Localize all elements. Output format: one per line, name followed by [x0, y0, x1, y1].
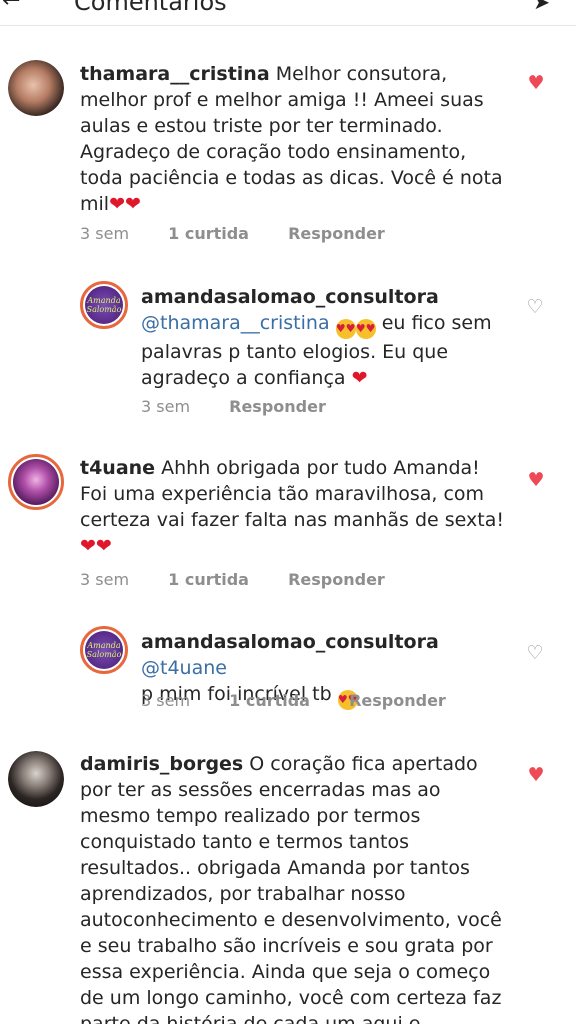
avatar[interactable]: Amanda Salomão — [80, 281, 128, 329]
avatar[interactable]: Amanda Salomão — [80, 626, 128, 674]
comment-likes[interactable]: 1 curtida — [229, 691, 310, 710]
heart-eyes-emoji: ♥♥ — [355, 319, 376, 339]
reply-button[interactable]: Responder — [229, 397, 326, 416]
comment-text: thamara__cristina Melhor consutora, melh… — [80, 61, 510, 217]
comment-meta: 3 sem 1 curtida Responder — [80, 570, 419, 589]
heart-icon[interactable]: ♥ — [525, 765, 547, 785]
comment-meta: 3 sem 1 curtida Responder — [141, 691, 480, 710]
comment-time: 3 sem — [80, 224, 130, 243]
comment-time: 3 sem — [141, 691, 191, 710]
comment-text: damiris_borges O coração fica apertado p… — [80, 751, 510, 1024]
heart-eyes-emoji: ♥♥ — [335, 319, 356, 339]
reply-button[interactable]: Responder — [349, 691, 446, 710]
mention-link[interactable]: @thamara__cristina — [141, 312, 330, 334]
mention-link[interactable]: @t4uane — [141, 657, 227, 679]
comment-body: O coração fica apertado por ter as sessõ… — [80, 753, 502, 1024]
heart-icon[interactable]: ♥ — [525, 470, 547, 490]
comment-username[interactable]: amandasalomao_consultora — [141, 286, 439, 308]
avatar[interactable] — [8, 751, 64, 807]
comment-likes[interactable]: 1 curtida — [168, 570, 249, 589]
heart-emoji: ❤ — [351, 367, 368, 389]
send-icon[interactable]: ➤ — [533, 0, 550, 14]
reply-button[interactable]: Responder — [288, 570, 385, 589]
heart-icon[interactable]: ♥ — [525, 73, 547, 93]
comment-username[interactable]: t4uane — [80, 457, 155, 479]
avatar[interactable] — [8, 60, 64, 116]
heart-outline-icon[interactable]: ♡ — [524, 643, 546, 663]
comment-username[interactable]: amandasalomao_consultora — [141, 631, 439, 653]
comment-time: 3 sem — [141, 397, 191, 416]
comment-meta: 3 sem Responder — [141, 397, 360, 416]
page-title: Comentários — [74, 0, 227, 16]
comment-likes[interactable]: 1 curtida — [168, 224, 249, 243]
heart-emoji: ❤❤ — [80, 535, 112, 557]
comment-meta: 3 sem 1 curtida Responder — [80, 224, 419, 243]
comments-header: ← Comentários ➤ — [0, 0, 576, 26]
comment-time: 3 sem — [80, 570, 130, 589]
comment-username[interactable]: thamara__cristina — [80, 63, 270, 85]
comment-text: t4uane Ahhh obrigada por tudo Amanda! Fo… — [80, 455, 510, 559]
comment-text: amandasalomao_consultora @thamara__crist… — [141, 284, 513, 391]
heart-emoji: ❤❤ — [109, 193, 141, 215]
comment-username[interactable]: damiris_borges — [80, 753, 243, 775]
comment-body: Melhor consutora, melhor prof e melhor a… — [80, 63, 503, 215]
avatar[interactable] — [8, 454, 64, 510]
reply-button[interactable]: Responder — [288, 224, 385, 243]
arrow-left-icon[interactable]: ← — [2, 0, 20, 13]
heart-outline-icon[interactable]: ♡ — [524, 297, 546, 317]
